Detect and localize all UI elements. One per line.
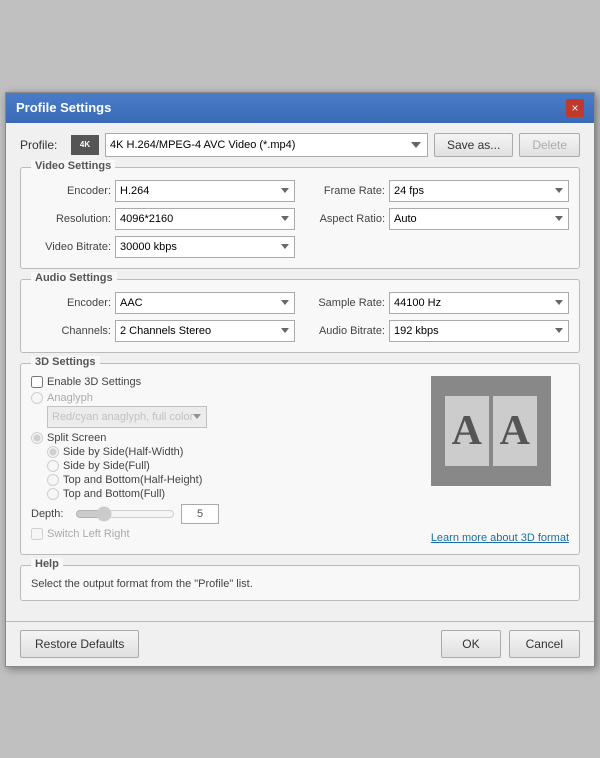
audio-encoder-label: Encoder: [31,297,111,309]
sample-rate-label: Sample Rate: [305,297,385,309]
channels-row: Channels: 2 Channels Stereo [31,320,295,342]
enable-3d-label: Enable 3D Settings [47,376,141,388]
side-by-side-full-radio[interactable] [47,460,59,472]
split-screen-radio[interactable] [31,432,43,444]
aa-preview: A A [445,396,537,466]
frame-rate-label: Frame Rate: [305,185,385,197]
encoder-row: Encoder: H.264 [31,180,295,202]
side-by-side-half-row: Side by Side(Half-Width) [47,446,421,458]
learn-more-link[interactable]: Learn more about 3D format [431,532,569,544]
profile-row: Profile: 4K 4K H.264/MPEG-4 AVC Video (*… [20,133,580,157]
audio-encoder-select[interactable]: AAC [115,292,295,314]
split-screen-row: Split Screen [31,432,421,444]
video-settings-section: Video Settings Encoder: H.264 Frame Rate… [20,167,580,269]
audio-bitrate-label: Audio Bitrate: [305,325,385,337]
top-bottom-full-row: Top and Bottom(Full) [47,488,421,500]
video-empty-cell [305,236,569,258]
resolution-label: Resolution: [31,213,111,225]
audio-settings-section: Audio Settings Encoder: AAC Sample Rate:… [20,279,580,353]
side-by-side-half-radio[interactable] [47,446,59,458]
switch-left-right-row: Switch Left Right [31,528,421,540]
top-bottom-half-radio[interactable] [47,474,59,486]
anaglyph-radio[interactable] [31,392,43,404]
ok-button[interactable]: OK [441,630,500,658]
depth-spinbox[interactable] [181,504,219,524]
threed-content: Enable 3D Settings Anaglyph Red/cyan ana… [31,376,569,544]
anaglyph-select[interactable]: Red/cyan anaglyph, full color [47,406,207,428]
audio-settings-grid: Encoder: AAC Sample Rate: 44100 Hz Chann… [31,292,569,342]
frame-rate-select[interactable]: 24 fps [389,180,569,202]
video-bitrate-row: Video Bitrate: 30000 kbps [31,236,295,258]
resolution-select[interactable]: 4096*2160 [115,208,295,230]
encoder-label: Encoder: [31,185,111,197]
depth-label: Depth: [31,508,69,520]
depth-row: Depth: [31,504,421,524]
channels-label: Channels: [31,325,111,337]
resolution-row: Resolution: 4096*2160 [31,208,295,230]
anaglyph-dropdown-row: Red/cyan anaglyph, full color [47,406,421,428]
profile-format-icon: 4K [71,135,99,155]
threed-right-col: A A Learn more about 3D format [431,376,569,544]
preview-letter-left: A [445,396,489,466]
anaglyph-label: Anaglyph [47,392,93,404]
close-button[interactable]: × [566,99,584,117]
frame-rate-row: Frame Rate: 24 fps [305,180,569,202]
profile-select[interactable]: 4K H.264/MPEG-4 AVC Video (*.mp4) [105,133,428,157]
footer-right: OK Cancel [441,630,580,658]
depth-slider[interactable] [75,508,175,520]
video-settings-grid: Encoder: H.264 Frame Rate: 24 fps Resolu… [31,180,569,258]
threed-preview: A A [431,376,551,486]
window-title: Profile Settings [16,100,111,115]
footer: Restore Defaults OK Cancel [6,621,594,666]
split-screen-label: Split Screen [47,432,106,444]
video-settings-title: Video Settings [31,160,115,172]
video-bitrate-label: Video Bitrate: [31,241,111,253]
aspect-ratio-row: Aspect Ratio: Auto [305,208,569,230]
threed-settings-section: 3D Settings Enable 3D Settings Anaglyph [20,363,580,555]
help-section: Help Select the output format from the "… [20,565,580,601]
cancel-button[interactable]: Cancel [509,630,580,658]
video-bitrate-select[interactable]: 30000 kbps [115,236,295,258]
switch-left-right-checkbox[interactable] [31,528,43,540]
enable-3d-row: Enable 3D Settings [31,376,421,388]
top-bottom-half-row: Top and Bottom(Half-Height) [47,474,421,486]
restore-defaults-button[interactable]: Restore Defaults [20,630,139,658]
top-bottom-half-label: Top and Bottom(Half-Height) [63,474,202,486]
channels-select[interactable]: 2 Channels Stereo [115,320,295,342]
side-by-side-half-label: Side by Side(Half-Width) [63,446,183,458]
anaglyph-row: Anaglyph [31,392,421,404]
top-bottom-full-radio[interactable] [47,488,59,500]
help-title: Help [31,558,63,570]
profile-label: Profile: [20,138,65,152]
aspect-ratio-select[interactable]: Auto [389,208,569,230]
dialog-content: Profile: 4K 4K H.264/MPEG-4 AVC Video (*… [6,123,594,621]
audio-encoder-row: Encoder: AAC [31,292,295,314]
audio-bitrate-row: Audio Bitrate: 192 kbps [305,320,569,342]
enable-3d-checkbox[interactable] [31,376,43,388]
title-bar: Profile Settings × [6,93,594,123]
preview-letter-right: A [493,396,537,466]
aspect-ratio-label: Aspect Ratio: [305,213,385,225]
dialog: Profile Settings × Profile: 4K 4K H.264/… [5,92,595,667]
audio-bitrate-select[interactable]: 192 kbps [389,320,569,342]
threed-left: Enable 3D Settings Anaglyph Red/cyan ana… [31,376,421,544]
switch-left-right-label: Switch Left Right [47,528,130,540]
side-by-side-full-label: Side by Side(Full) [63,460,150,472]
side-by-side-full-row: Side by Side(Full) [47,460,421,472]
sample-rate-row: Sample Rate: 44100 Hz [305,292,569,314]
sample-rate-select[interactable]: 44100 Hz [389,292,569,314]
help-text: Select the output format from the "Profi… [31,578,569,590]
top-bottom-full-label: Top and Bottom(Full) [63,488,165,500]
audio-settings-title: Audio Settings [31,272,117,284]
encoder-select[interactable]: H.264 [115,180,295,202]
save-as-button[interactable]: Save as... [434,133,513,157]
delete-button[interactable]: Delete [519,133,580,157]
threed-settings-title: 3D Settings [31,356,100,368]
